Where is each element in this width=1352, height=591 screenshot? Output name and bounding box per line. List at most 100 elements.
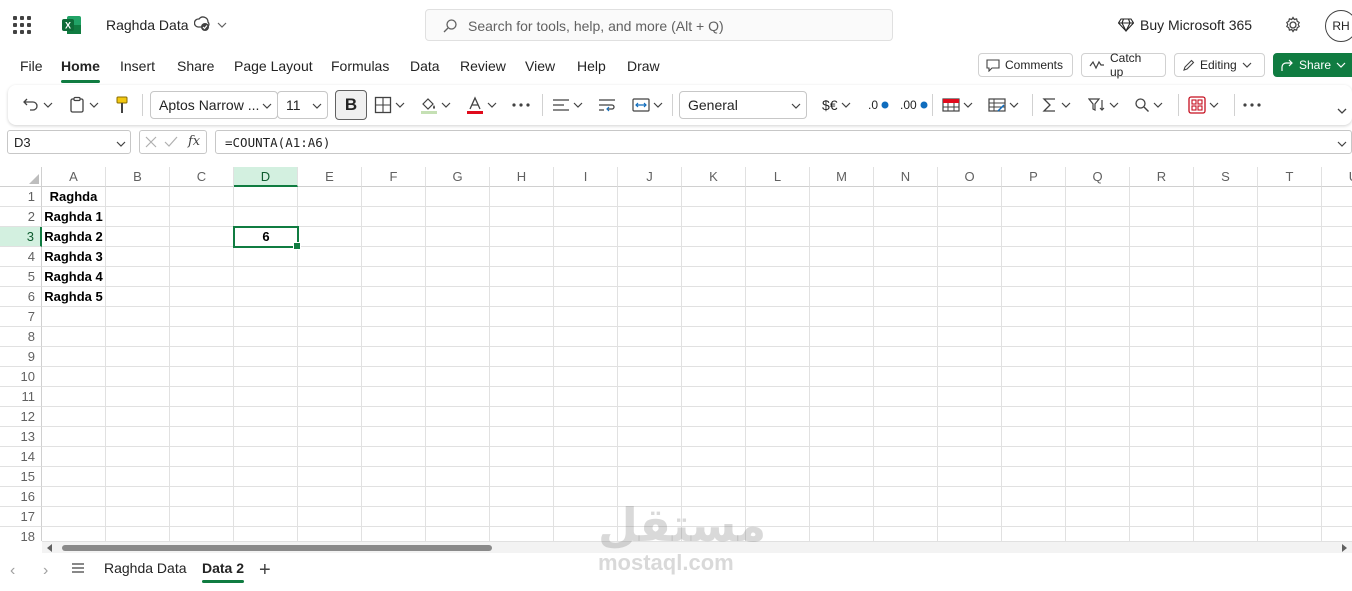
tab-view[interactable]: View	[525, 58, 555, 80]
sheet-tab-raghda-data[interactable]: Raghda Data	[104, 560, 187, 576]
column-header-k[interactable]: K	[682, 167, 746, 187]
row-header-15[interactable]: 15	[0, 467, 42, 487]
addins-button[interactable]	[1188, 93, 1219, 117]
align-button[interactable]	[552, 93, 583, 117]
row-header-2[interactable]: 2	[0, 207, 42, 227]
column-header-c[interactable]: C	[170, 167, 234, 187]
document-title[interactable]: Raghda Data	[106, 17, 189, 33]
cancel-icon[interactable]	[145, 136, 157, 148]
row-header-16[interactable]: 16	[0, 487, 42, 507]
undo-button[interactable]	[22, 93, 53, 117]
column-header-d[interactable]: D	[234, 167, 298, 187]
cell-a1[interactable]: Raghda	[42, 187, 105, 207]
wrap-text-button[interactable]	[598, 93, 616, 117]
autosum-button[interactable]	[1042, 93, 1071, 117]
column-header-b[interactable]: B	[106, 167, 170, 187]
prev-sheet-icon[interactable]: ‹	[10, 562, 15, 580]
gear-icon[interactable]	[1284, 16, 1302, 34]
paste-button[interactable]	[68, 93, 99, 117]
tab-draw[interactable]: Draw	[627, 58, 660, 80]
insert-function-button[interactable]: fx	[188, 134, 200, 149]
next-sheet-icon[interactable]: ›	[43, 562, 48, 580]
avatar[interactable]: RH	[1325, 10, 1352, 42]
row-header-4[interactable]: 4	[0, 247, 42, 267]
increase-decimal-button[interactable]: .0	[868, 93, 889, 117]
sort-filter-button[interactable]	[1088, 93, 1119, 117]
column-header-r[interactable]: R	[1130, 167, 1194, 187]
formula-input[interactable]: =COUNTA(A1:A6)	[215, 130, 1352, 154]
column-header-o[interactable]: O	[938, 167, 1002, 187]
chevron-down-icon[interactable]	[216, 19, 228, 31]
tab-insert[interactable]: Insert	[120, 58, 155, 80]
tab-help[interactable]: Help	[577, 58, 606, 80]
editing-mode-button[interactable]: Editing	[1174, 53, 1265, 77]
cell-a5[interactable]: Raghda 4	[42, 267, 105, 287]
search-box[interactable]	[425, 9, 893, 41]
row-header-11[interactable]: 11	[0, 387, 42, 407]
scroll-left-icon[interactable]	[46, 544, 54, 552]
column-header-a[interactable]: A	[42, 167, 106, 187]
tab-review[interactable]: Review	[460, 58, 506, 80]
scroll-right-icon[interactable]	[1340, 544, 1348, 552]
conditional-formatting-button[interactable]	[942, 93, 973, 117]
column-header-u[interactable]: U	[1322, 167, 1352, 187]
cell-a6[interactable]: Raghda 5	[42, 287, 105, 307]
column-header-h[interactable]: H	[490, 167, 554, 187]
row-header-1[interactable]: 1	[0, 187, 42, 207]
row-header-6[interactable]: 6	[0, 287, 42, 307]
row-header-13[interactable]: 13	[0, 427, 42, 447]
row-header-12[interactable]: 12	[0, 407, 42, 427]
all-sheets-menu-icon[interactable]	[71, 562, 85, 574]
row-header-14[interactable]: 14	[0, 447, 42, 467]
column-header-l[interactable]: L	[746, 167, 810, 187]
row-header-17[interactable]: 17	[0, 507, 42, 527]
column-header-g[interactable]: G	[426, 167, 490, 187]
more-font-options-button[interactable]	[511, 93, 531, 117]
currency-format-button[interactable]: $€	[822, 93, 851, 117]
name-box[interactable]: D3	[7, 130, 131, 154]
column-header-m[interactable]: M	[810, 167, 874, 187]
row-header-9[interactable]: 9	[0, 347, 42, 367]
share-button[interactable]: Share	[1273, 53, 1352, 77]
autosave-status-icon[interactable]	[194, 16, 210, 32]
format-as-table-button[interactable]	[988, 93, 1019, 117]
tab-file[interactable]: File	[20, 58, 43, 80]
check-icon[interactable]	[164, 136, 178, 148]
row-header-3[interactable]: 3	[0, 227, 42, 247]
row-header-10[interactable]: 10	[0, 367, 42, 387]
column-header-e[interactable]: E	[298, 167, 362, 187]
column-header-f[interactable]: F	[362, 167, 426, 187]
app-launcher-icon[interactable]	[13, 16, 31, 34]
number-format-dropdown[interactable]: General	[679, 91, 807, 119]
font-name-dropdown[interactable]: Aptos Narrow ...	[150, 91, 278, 119]
fill-color-button[interactable]	[420, 93, 451, 117]
column-header-j[interactable]: J	[618, 167, 682, 187]
format-painter-button[interactable]	[114, 93, 130, 117]
tab-data[interactable]: Data	[410, 58, 440, 80]
font-color-button[interactable]	[466, 93, 497, 117]
tab-page-layout[interactable]: Page Layout	[234, 58, 313, 80]
ribbon-expand-button[interactable]	[1336, 99, 1348, 123]
add-sheet-button[interactable]: +	[259, 559, 271, 582]
column-header-i[interactable]: I	[554, 167, 618, 187]
row-header-8[interactable]: 8	[0, 327, 42, 347]
find-select-button[interactable]	[1134, 93, 1163, 117]
column-header-q[interactable]: Q	[1066, 167, 1130, 187]
column-header-s[interactable]: S	[1194, 167, 1258, 187]
column-header-p[interactable]: P	[1002, 167, 1066, 187]
sheet-tab-data-2[interactable]: Data 2	[202, 560, 245, 583]
row-header-18[interactable]: 18	[0, 527, 42, 541]
tab-home[interactable]: Home	[61, 58, 100, 83]
more-options-button[interactable]	[1242, 93, 1262, 117]
search-input[interactable]	[468, 16, 868, 36]
column-header-n[interactable]: N	[874, 167, 938, 187]
decrease-decimal-button[interactable]: .00	[900, 93, 928, 117]
font-size-dropdown[interactable]: 11	[277, 91, 328, 119]
catch-up-button[interactable]: Catch up	[1081, 51, 1166, 79]
merge-button[interactable]	[632, 93, 663, 117]
tab-share[interactable]: Share	[177, 58, 214, 80]
cell-a3[interactable]: Raghda 2	[42, 227, 105, 247]
bold-button[interactable]: B	[335, 90, 367, 120]
scrollbar-thumb[interactable]	[62, 545, 492, 551]
comments-button[interactable]: Comments	[978, 53, 1073, 77]
